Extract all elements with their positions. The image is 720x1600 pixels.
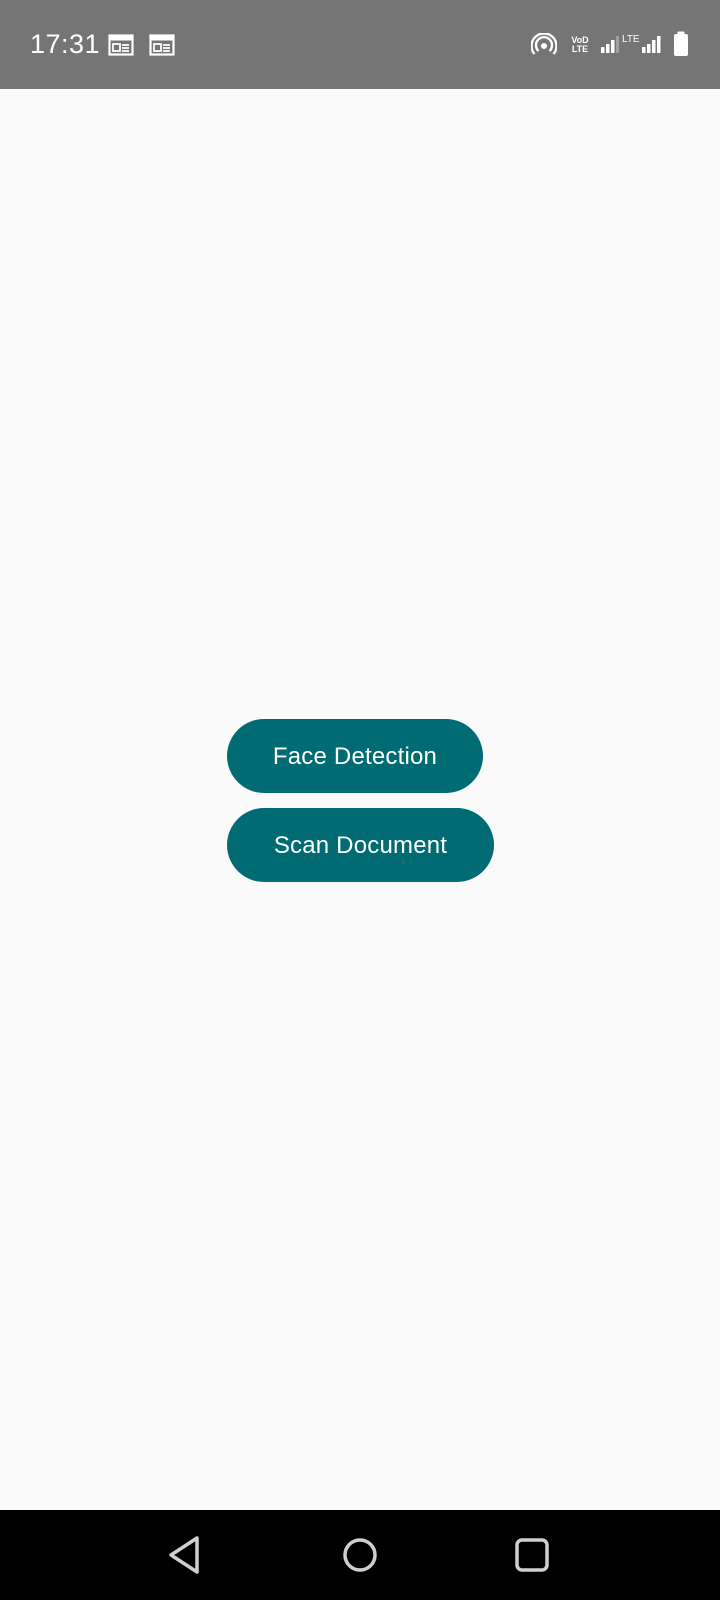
back-icon[interactable] [159, 1528, 213, 1582]
status-bar: 17:31 VoD LTE LTE [0, 0, 720, 89]
volte-icon: VoD LTE [571, 35, 589, 54]
main-content: Face Detection Scan Document [0, 89, 720, 1510]
battery-icon [673, 31, 689, 62]
lte-signal-icon [641, 34, 663, 59]
app-screen: 17:31 VoD LTE LTE Face Detection Scan Do… [0, 0, 720, 1600]
signal-icon [600, 34, 620, 59]
scan-document-button[interactable]: Scan Document [227, 808, 494, 882]
calendar-icon [108, 33, 134, 57]
lte-label: LTE [622, 34, 640, 45]
navigation-bar [0, 1510, 720, 1600]
calendar-icon [149, 33, 175, 57]
hotspot-icon [530, 32, 558, 62]
status-time: 17:31 [30, 29, 101, 59]
face-detection-button[interactable]: Face Detection [227, 719, 483, 793]
recents-icon[interactable] [505, 1528, 559, 1582]
home-icon[interactable] [333, 1528, 387, 1582]
